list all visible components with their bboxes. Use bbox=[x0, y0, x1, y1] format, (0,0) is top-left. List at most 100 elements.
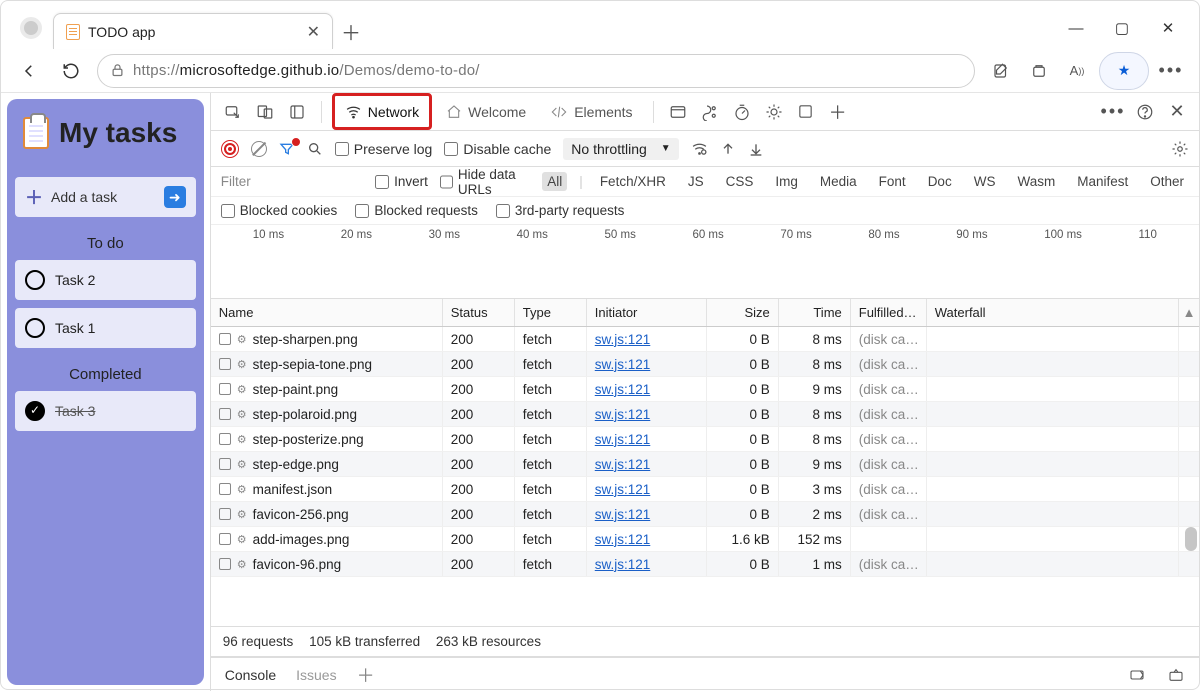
profile-avatar[interactable] bbox=[20, 17, 42, 39]
col-time[interactable]: Time bbox=[779, 299, 851, 326]
col-type[interactable]: Type bbox=[515, 299, 587, 326]
task-item-done[interactable]: Task 3 bbox=[15, 391, 196, 431]
initiator-link[interactable]: sw.js:121 bbox=[595, 332, 651, 347]
add-task-input[interactable]: ＋ Add a task ➜ bbox=[15, 177, 196, 217]
search-icon[interactable] bbox=[307, 141, 323, 157]
filter-input[interactable]: Filter bbox=[221, 174, 363, 189]
filter-type[interactable]: Manifest bbox=[1072, 172, 1133, 191]
drawer-add-tab-icon[interactable]: ＋ bbox=[357, 662, 375, 688]
filter-type[interactable]: JS bbox=[683, 172, 709, 191]
row-checkbox[interactable] bbox=[219, 358, 231, 370]
initiator-link[interactable]: sw.js:121 bbox=[595, 407, 651, 422]
network-row[interactable]: ⚙step-posterize.png200fetchsw.js:1210 B8… bbox=[211, 427, 1199, 452]
blocked-cookies-checkbox[interactable]: Blocked cookies bbox=[221, 203, 338, 218]
devtools-close-icon[interactable]: ✕ bbox=[1163, 98, 1191, 126]
filter-toggle-icon[interactable] bbox=[279, 141, 295, 157]
network-row[interactable]: ⚙favicon-256.png200fetchsw.js:1210 B2 ms… bbox=[211, 502, 1199, 527]
dock-side-icon[interactable] bbox=[283, 98, 311, 126]
network-settings-icon[interactable] bbox=[1171, 140, 1189, 158]
initiator-link[interactable]: sw.js:121 bbox=[595, 507, 651, 522]
initiator-link[interactable]: sw.js:121 bbox=[595, 557, 651, 572]
address-bar[interactable]: https://microsoftedge.github.io/Demos/de… bbox=[97, 54, 975, 88]
row-checkbox[interactable] bbox=[219, 558, 231, 570]
menu-more-icon[interactable]: ••• bbox=[1155, 55, 1187, 87]
third-party-checkbox[interactable]: 3rd-party requests bbox=[496, 203, 625, 218]
add-panel-icon[interactable]: ＋ bbox=[824, 98, 852, 126]
col-name[interactable]: Name bbox=[211, 299, 443, 326]
filter-type[interactable]: Font bbox=[874, 172, 911, 191]
invert-checkbox[interactable]: Invert bbox=[375, 174, 428, 189]
performance-icon[interactable] bbox=[728, 98, 756, 126]
network-row[interactable]: ⚙step-sepia-tone.png200fetchsw.js:1210 B… bbox=[211, 352, 1199, 377]
disable-cache-checkbox[interactable]: Disable cache bbox=[444, 141, 551, 157]
compose-icon[interactable] bbox=[985, 55, 1017, 87]
network-row[interactable]: ⚙add-images.png200fetchsw.js:1211.6 kB15… bbox=[211, 527, 1199, 552]
hide-data-urls-checkbox[interactable]: Hide data URLs bbox=[440, 167, 530, 197]
network-row[interactable]: ⚙manifest.json200fetchsw.js:1210 B3 ms(d… bbox=[211, 477, 1199, 502]
inspect-element-icon[interactable] bbox=[219, 98, 247, 126]
refresh-button[interactable] bbox=[55, 55, 87, 87]
favorites-star-icon[interactable]: ★ bbox=[1108, 55, 1140, 87]
tab-network[interactable]: Network bbox=[332, 93, 432, 130]
row-checkbox[interactable] bbox=[219, 508, 231, 520]
sort-indicator-icon[interactable]: ▲ bbox=[1179, 299, 1199, 326]
filter-type[interactable]: Other bbox=[1145, 172, 1189, 191]
network-row[interactable]: ⚙favicon-96.png200fetchsw.js:1210 B1 ms(… bbox=[211, 552, 1199, 577]
row-checkbox[interactable] bbox=[219, 533, 231, 545]
col-size[interactable]: Size bbox=[707, 299, 779, 326]
filter-type[interactable]: Media bbox=[815, 172, 862, 191]
tab-elements[interactable]: Elements bbox=[540, 93, 642, 130]
record-button[interactable] bbox=[221, 140, 239, 158]
initiator-link[interactable]: sw.js:121 bbox=[595, 482, 651, 497]
drawer-expand-icon[interactable] bbox=[1127, 667, 1147, 683]
sources-icon[interactable] bbox=[696, 98, 724, 126]
filter-type[interactable]: Img bbox=[770, 172, 803, 191]
collections-icon[interactable] bbox=[1023, 55, 1055, 87]
site-info-icon[interactable] bbox=[110, 63, 125, 78]
clear-button[interactable] bbox=[251, 141, 267, 157]
scrollbar-thumb[interactable] bbox=[1185, 527, 1197, 551]
throttling-select[interactable]: No throttling▼ bbox=[563, 138, 678, 160]
initiator-link[interactable]: sw.js:121 bbox=[595, 532, 651, 547]
window-close-icon[interactable]: ✕ bbox=[1159, 19, 1177, 37]
devtools-more-icon[interactable]: ••• bbox=[1099, 98, 1127, 126]
network-row[interactable]: ⚙step-edge.png200fetchsw.js:1210 B9 ms(d… bbox=[211, 452, 1199, 477]
task-checkbox[interactable] bbox=[25, 270, 45, 290]
filter-type[interactable]: Fetch/XHR bbox=[595, 172, 671, 191]
submit-task-button[interactable]: ➜ bbox=[164, 186, 186, 208]
task-item[interactable]: Task 2 bbox=[15, 260, 196, 300]
row-checkbox[interactable] bbox=[219, 458, 231, 470]
network-conditions-icon[interactable] bbox=[691, 140, 708, 157]
browser-tab[interactable]: TODO app ✕ bbox=[53, 13, 333, 49]
network-row[interactable]: ⚙step-paint.png200fetchsw.js:1210 B9 ms(… bbox=[211, 377, 1199, 402]
initiator-link[interactable]: sw.js:121 bbox=[595, 357, 651, 372]
filter-type-all[interactable]: All bbox=[542, 172, 567, 191]
filter-type[interactable]: CSS bbox=[721, 172, 759, 191]
row-checkbox[interactable] bbox=[219, 483, 231, 495]
filter-type[interactable]: WS bbox=[969, 172, 1001, 191]
row-checkbox[interactable] bbox=[219, 383, 231, 395]
task-checkbox[interactable] bbox=[25, 318, 45, 338]
task-checkbox-checked[interactable] bbox=[25, 401, 45, 421]
network-row[interactable]: ⚙step-polaroid.png200fetchsw.js:1210 B8 … bbox=[211, 402, 1199, 427]
drawer-collapse-icon[interactable] bbox=[1167, 667, 1185, 683]
window-minimize-icon[interactable]: — bbox=[1067, 19, 1085, 37]
close-tab-icon[interactable]: ✕ bbox=[307, 22, 320, 42]
help-icon[interactable] bbox=[1131, 98, 1159, 126]
blocked-requests-checkbox[interactable]: Blocked requests bbox=[355, 203, 478, 218]
filter-type[interactable]: Wasm bbox=[1012, 172, 1060, 191]
row-checkbox[interactable] bbox=[219, 408, 231, 420]
row-checkbox[interactable] bbox=[219, 433, 231, 445]
network-row[interactable]: ⚙step-sharpen.png200fetchsw.js:1210 B8 m… bbox=[211, 327, 1199, 352]
initiator-link[interactable]: sw.js:121 bbox=[595, 382, 651, 397]
preserve-log-checkbox[interactable]: Preserve log bbox=[335, 141, 433, 157]
upload-har-icon[interactable] bbox=[720, 141, 736, 157]
initiator-link[interactable]: sw.js:121 bbox=[595, 432, 651, 447]
panel-icon[interactable] bbox=[792, 98, 820, 126]
application-icon[interactable] bbox=[664, 98, 692, 126]
device-toolbar-icon[interactable] bbox=[251, 98, 279, 126]
col-fulfilled[interactable]: Fulfilled… bbox=[851, 299, 927, 326]
drawer-tab-issues[interactable]: Issues bbox=[296, 667, 336, 683]
drawer-tab-console[interactable]: Console bbox=[225, 667, 276, 683]
new-tab-button[interactable]: ＋ bbox=[333, 13, 369, 49]
